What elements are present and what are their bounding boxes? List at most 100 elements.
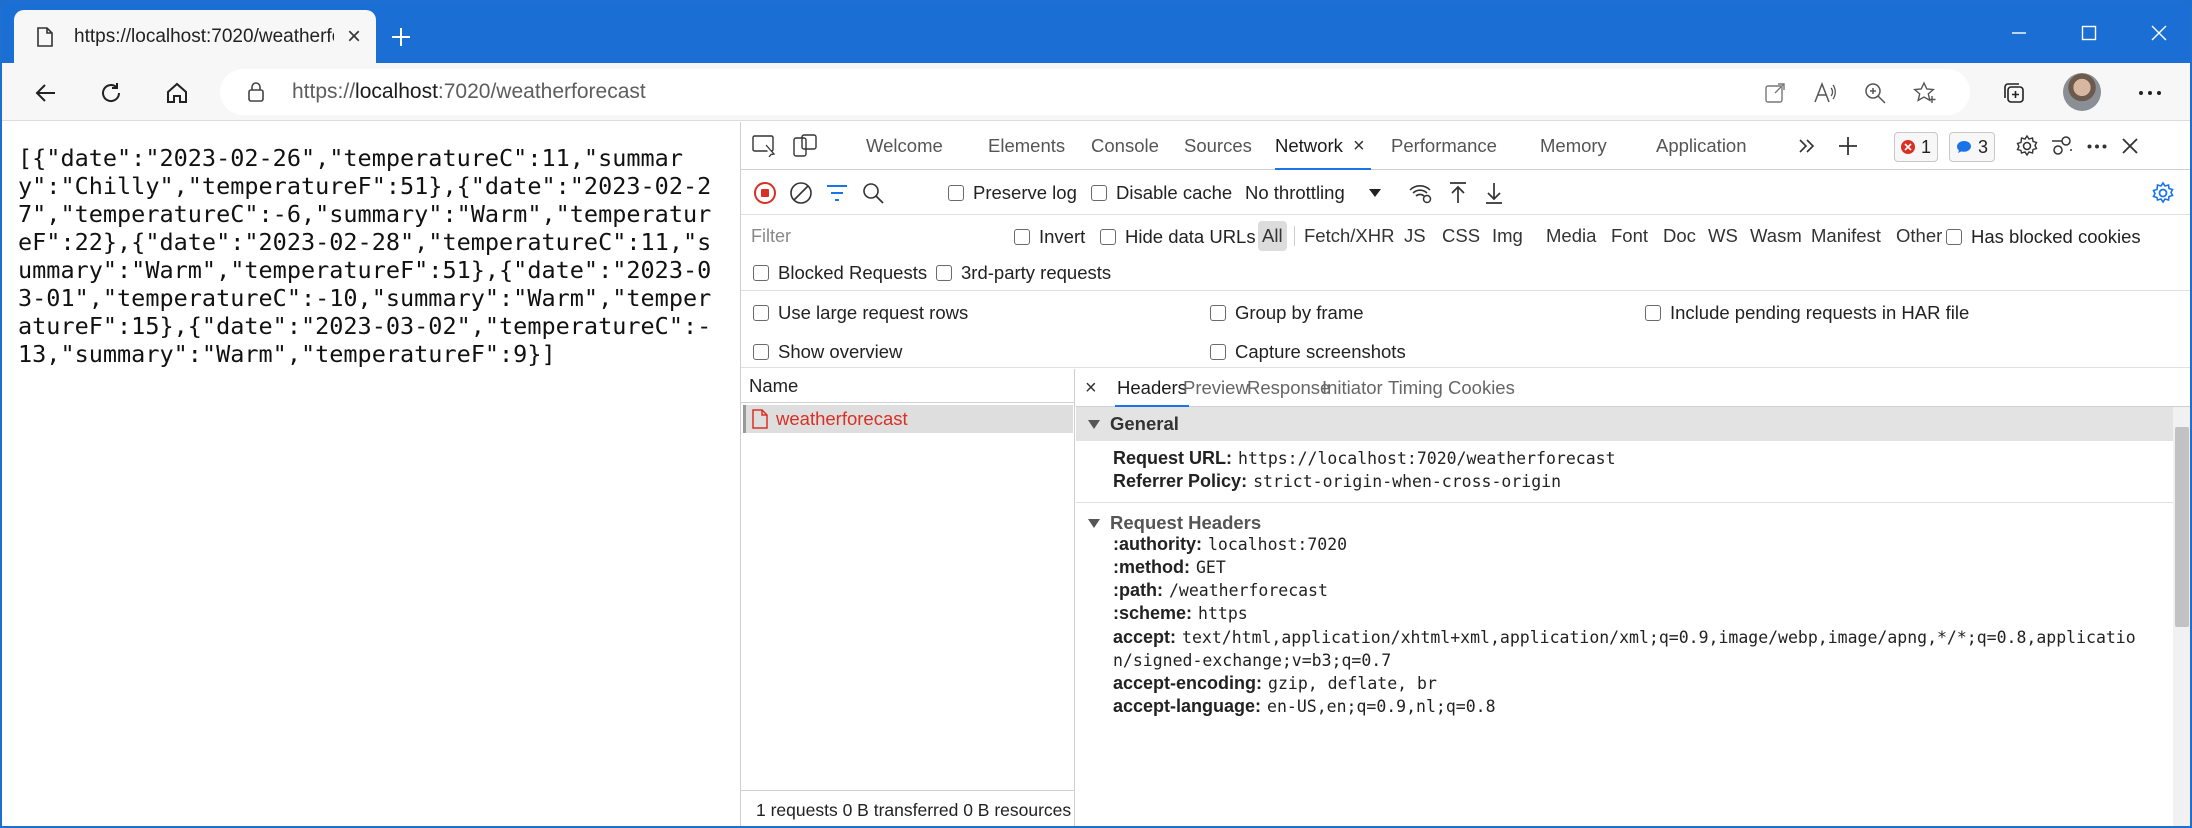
filter-type-img[interactable]: Img bbox=[1492, 216, 1523, 256]
errors-badge[interactable]: 1 bbox=[1894, 132, 1939, 162]
maximize-button[interactable] bbox=[2054, 2, 2124, 63]
browser-tab[interactable]: https://localhost:7020/weatherfo × bbox=[14, 10, 376, 63]
more-tabs-icon[interactable] bbox=[1793, 132, 1821, 160]
error-icon bbox=[1901, 140, 1915, 154]
general-section-header[interactable]: General bbox=[1076, 407, 2174, 441]
blocked-requests-checkbox[interactable]: Blocked Requests bbox=[753, 262, 927, 284]
request-row[interactable]: weatherforecast bbox=[743, 405, 1073, 433]
add-favorite-icon[interactable] bbox=[1910, 78, 1940, 108]
home-button[interactable] bbox=[159, 75, 195, 111]
filter-type-fetch-xhr[interactable]: Fetch/XHR bbox=[1304, 216, 1394, 256]
more-options-icon[interactable] bbox=[2132, 75, 2168, 111]
tab-response[interactable]: Response bbox=[1247, 369, 1330, 407]
tab-headers[interactable]: Headers bbox=[1115, 369, 1189, 407]
tab-timing[interactable]: Timing bbox=[1388, 369, 1443, 407]
include-pending-checkbox[interactable]: Include pending requests in HAR file bbox=[1645, 302, 1969, 324]
invert-box[interactable] bbox=[1014, 229, 1030, 245]
tab-elements[interactable]: Elements bbox=[988, 122, 1065, 170]
filter-type-js[interactable]: JS bbox=[1404, 216, 1426, 256]
preserve-log-checkbox[interactable]: Preserve log bbox=[948, 182, 1077, 204]
hide-data-urls-checkbox[interactable]: Hide data URLs bbox=[1100, 226, 1256, 248]
refresh-button[interactable] bbox=[93, 75, 129, 111]
close-details-icon[interactable]: × bbox=[1085, 369, 1097, 407]
group-by-frame-box[interactable] bbox=[1210, 305, 1226, 321]
network-settings-icon[interactable] bbox=[2149, 179, 2177, 207]
tab-sources[interactable]: Sources bbox=[1184, 122, 1252, 170]
clear-icon[interactable] bbox=[787, 179, 815, 207]
name-column-header[interactable]: Name bbox=[741, 369, 1075, 403]
detail-scrollbar[interactable] bbox=[2173, 407, 2190, 826]
profile-avatar[interactable] bbox=[2063, 73, 2101, 111]
collections-icon[interactable] bbox=[1996, 75, 2032, 111]
show-overview-box[interactable] bbox=[753, 344, 769, 360]
filter-type-font[interactable]: Font bbox=[1611, 216, 1648, 256]
filter-type-css[interactable]: CSS bbox=[1442, 216, 1480, 256]
disable-cache-checkbox[interactable]: Disable cache bbox=[1091, 182, 1232, 204]
throttling-select[interactable]: No throttling bbox=[1245, 182, 1382, 204]
zoom-icon[interactable] bbox=[1860, 78, 1890, 108]
preserve-log-box[interactable] bbox=[948, 185, 964, 201]
include-pending-box[interactable] bbox=[1645, 305, 1661, 321]
filter-type-media[interactable]: Media bbox=[1546, 216, 1596, 256]
export-har-icon[interactable] bbox=[1480, 179, 1508, 207]
record-stop-icon[interactable] bbox=[751, 179, 779, 207]
capture-screenshots-box[interactable] bbox=[1210, 344, 1226, 360]
filter-type-ws[interactable]: WS bbox=[1708, 216, 1738, 256]
navigation-bar: https://localhost:7020/weatherforecast bbox=[2, 63, 2190, 121]
close-devtools-icon[interactable] bbox=[2116, 132, 2144, 160]
disable-cache-label: Disable cache bbox=[1116, 182, 1233, 203]
read-aloud-icon[interactable] bbox=[1810, 78, 1840, 108]
large-rows-label: Use large request rows bbox=[778, 302, 969, 323]
capture-screenshots-checkbox[interactable]: Capture screenshots bbox=[1210, 341, 1406, 363]
tab-memory[interactable]: Memory bbox=[1540, 122, 1607, 170]
tab-welcome[interactable]: Welcome bbox=[866, 122, 943, 170]
tab-cookies[interactable]: Cookies bbox=[1448, 369, 1515, 407]
back-button[interactable] bbox=[28, 75, 64, 111]
close-network-tab-icon[interactable]: × bbox=[1353, 122, 1365, 170]
header-row: :path:/weatherforecast bbox=[1113, 580, 1328, 600]
import-har-icon[interactable] bbox=[1444, 179, 1472, 207]
close-window-button[interactable] bbox=[2124, 2, 2190, 63]
minimize-button[interactable] bbox=[1984, 2, 2054, 63]
inspect-element-icon[interactable] bbox=[751, 132, 779, 160]
filter-type-doc[interactable]: Doc bbox=[1663, 216, 1696, 256]
close-tab-icon[interactable]: × bbox=[342, 23, 366, 50]
network-conditions-icon[interactable] bbox=[1407, 179, 1435, 207]
messages-badge[interactable]: 3 bbox=[1949, 132, 1996, 162]
has-blocked-cookies-box[interactable] bbox=[1946, 229, 1962, 245]
customize-icon[interactable] bbox=[2048, 132, 2076, 160]
tab-initiator[interactable]: Initiator bbox=[1322, 369, 1383, 407]
disable-cache-box[interactable] bbox=[1091, 185, 1107, 201]
has-blocked-cookies-checkbox[interactable]: Has blocked cookies bbox=[1946, 226, 2141, 248]
search-icon[interactable] bbox=[859, 179, 887, 207]
show-overview-checkbox[interactable]: Show overview bbox=[753, 341, 902, 363]
tab-console[interactable]: Console bbox=[1091, 122, 1159, 170]
large-rows-box[interactable] bbox=[753, 305, 769, 321]
tab-preview[interactable]: Preview bbox=[1183, 369, 1249, 407]
third-party-requests-checkbox[interactable]: 3rd-party requests bbox=[936, 262, 1111, 284]
address-bar[interactable]: https://localhost:7020/weatherforecast bbox=[220, 69, 1970, 115]
hide-data-urls-box[interactable] bbox=[1100, 229, 1116, 245]
settings-gear-icon[interactable] bbox=[2013, 132, 2041, 160]
blocked-requests-box[interactable] bbox=[753, 265, 769, 281]
open-in-app-icon[interactable] bbox=[1760, 78, 1790, 108]
filter-type-manifest[interactable]: Manifest bbox=[1811, 216, 1881, 256]
group-by-frame-checkbox[interactable]: Group by frame bbox=[1210, 302, 1364, 324]
filter-icon[interactable] bbox=[823, 179, 851, 207]
filter-type-other[interactable]: Other bbox=[1896, 216, 1942, 256]
filter-row-2: Blocked Requests 3rd-party requests bbox=[741, 256, 2190, 290]
add-tab-icon[interactable] bbox=[1834, 132, 1862, 160]
devtools-more-icon[interactable] bbox=[2083, 132, 2111, 160]
new-tab-button[interactable] bbox=[386, 22, 416, 52]
large-rows-checkbox[interactable]: Use large request rows bbox=[753, 302, 968, 324]
tab-application[interactable]: Application bbox=[1656, 122, 1747, 170]
tab-performance[interactable]: Performance bbox=[1391, 122, 1497, 170]
filter-type-all[interactable]: All bbox=[1258, 221, 1287, 251]
chevron-down-icon bbox=[1368, 189, 1381, 197]
scrollbar-thumb[interactable] bbox=[2175, 427, 2189, 627]
filter-input[interactable]: Filter bbox=[745, 220, 995, 252]
invert-checkbox[interactable]: Invert bbox=[1014, 226, 1085, 248]
device-emulation-icon[interactable] bbox=[791, 132, 819, 160]
third-party-requests-box[interactable] bbox=[936, 265, 952, 281]
filter-type-wasm[interactable]: Wasm bbox=[1750, 216, 1802, 256]
